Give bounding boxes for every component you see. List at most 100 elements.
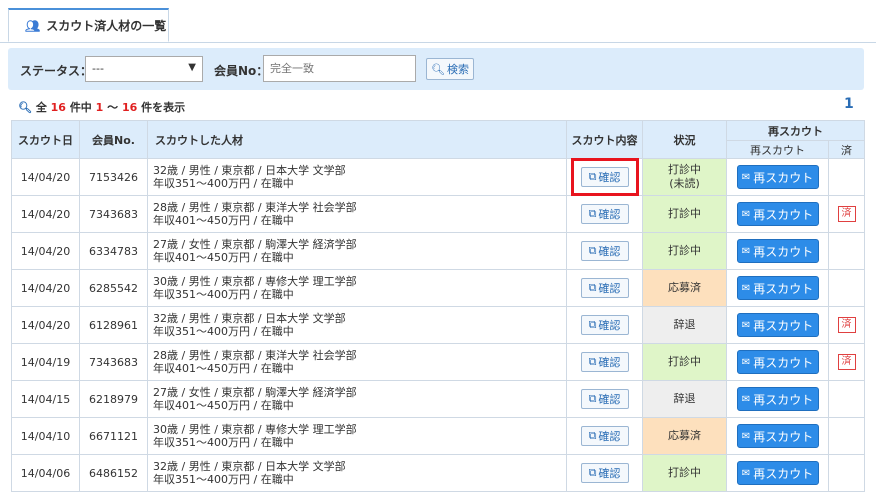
result-count: 🔍︎ 全 16 件中 1 〜 16 件を表示 (18, 99, 185, 115)
rescout-button[interactable]: ✉ 再スカウト (736, 202, 819, 226)
rescout-label: 再スカウト (753, 244, 814, 259)
talent-info: 28歳 / 男性 / 東京都 / 東洋大学 社会学部 年収401〜450万円 / … (147, 195, 567, 233)
rescout-button[interactable]: ✉ 再スカウト (736, 424, 819, 448)
talent-salary: 年収401〜450万円 / 在職中 (153, 362, 294, 375)
done-cell (828, 417, 865, 455)
tab-scouted-list[interactable]: 👥︎ スカウト済人材の一覧 (8, 8, 169, 42)
confirm-label: 確認 (598, 245, 621, 258)
member-no-link[interactable]: 7153426 (79, 158, 148, 196)
external-window-icon: ⧉ (588, 355, 597, 368)
done-cell: 済 (828, 306, 865, 344)
confirm-button[interactable]: ⧉ 確認 (580, 204, 629, 224)
external-window-icon: ⧉ (588, 429, 597, 442)
table-row: 14/04/20 6334783 27歳 / 女性 / 東京都 / 駒澤大学 経済学… (11, 232, 865, 270)
confirm-button[interactable]: ⧉ 確認 (580, 426, 629, 446)
talent-info: 32歳 / 男性 / 東京都 / 日本大学 文学部 年収351〜400万円 / 在… (147, 158, 567, 196)
content-cell: ⧉ 確認 (566, 269, 643, 307)
rescout-label: 再スカウト (753, 392, 814, 407)
member-no-link[interactable]: 6671121 (79, 417, 148, 455)
table-row: 14/04/10 6671121 30歳 / 男性 / 東京都 / 専修大学 理工学… (11, 417, 865, 455)
talent-info: 30歳 / 男性 / 東京都 / 専修大学 理工学部 年収351〜400万円 / … (147, 417, 567, 455)
status-text: 打診中 (668, 244, 701, 257)
scout-table: スカウト日 会員No. スカウトした人材 スカウト内容 状況 再スカウト 再スカ… (11, 120, 865, 492)
rescout-button[interactable]: ✉ 再スカウト (736, 387, 819, 411)
talent-salary: 年収351〜400万円 / 在職中 (153, 288, 294, 301)
confirm-label: 確認 (598, 319, 621, 332)
member-no-link[interactable]: 7343683 (79, 195, 148, 233)
confirm-label: 確認 (598, 467, 621, 480)
member-no-link[interactable]: 6334783 (79, 232, 148, 270)
rescout-button[interactable]: ✉ 再スカウト (736, 276, 819, 300)
confirm-label: 確認 (598, 393, 621, 406)
talent-info: 27歳 / 女性 / 東京都 / 駒澤大学 経済学部 年収401〜450万円 / … (147, 232, 567, 270)
talent-salary: 年収351〜400万円 / 在職中 (153, 473, 294, 486)
rescout-cell: ✉ 再スカウト (726, 158, 829, 196)
confirm-button[interactable]: ⧉ 確認 (580, 241, 629, 261)
talent-info: 28歳 / 男性 / 東京都 / 東洋大学 社会学部 年収401〜450万円 / … (147, 343, 567, 381)
done-badge: 済 (837, 354, 856, 370)
rescout-button[interactable]: ✉ 再スカウト (736, 313, 819, 337)
status-select[interactable]: --- ▼ (85, 56, 203, 82)
status-cell: 打診中 (未読) (642, 158, 727, 196)
status-text: 応募済 (668, 429, 701, 442)
rescout-button[interactable]: ✉ 再スカウト (736, 239, 819, 263)
header-rescout-group: 再スカウト (726, 120, 865, 141)
rescout-button[interactable]: ✉ 再スカウト (736, 350, 819, 374)
external-window-icon: ⧉ (588, 281, 597, 294)
member-no-link[interactable]: 7343683 (79, 343, 148, 381)
status-text: 辞退 (673, 392, 696, 405)
confirm-label: 確認 (598, 282, 621, 295)
talent-salary: 年収401〜450万円 / 在職中 (153, 399, 294, 412)
dropdown-arrow-icon: ▼ (188, 62, 196, 73)
header-member-no: 会員No. (79, 120, 148, 159)
header-talent: スカウトした人材 (147, 120, 567, 159)
confirm-button[interactable]: ⧉ 確認 (580, 389, 629, 409)
mail-icon: ✉ (741, 356, 751, 368)
member-no-link[interactable]: 6218979 (79, 380, 148, 418)
scout-date: 14/04/19 (11, 343, 80, 381)
status-text: 打診中 (668, 466, 701, 479)
talent-salary: 年収351〜400万円 / 在職中 (153, 177, 294, 190)
talent-salary: 年収351〜400万円 / 在職中 (153, 325, 294, 338)
tab-label: スカウト済人材の一覧 (46, 19, 167, 33)
status-select-value: --- (92, 62, 104, 75)
confirm-button[interactable]: ⧉ 確認 (580, 352, 629, 372)
confirm-button[interactable]: ⧉ 確認 (580, 463, 629, 483)
rescout-button[interactable]: ✉ 再スカウト (736, 461, 819, 485)
count-start: 1 (95, 101, 104, 114)
talent-salary: 年収401〜450万円 / 在職中 (153, 251, 294, 264)
table-row: 14/04/15 6218979 27歳 / 女性 / 東京都 / 駒澤大学 経済学… (11, 380, 865, 418)
member-no-link[interactable]: 6285542 (79, 269, 148, 307)
status-cell: 辞退 (642, 380, 727, 418)
rescout-cell: ✉ 再スカウト (726, 343, 829, 381)
confirm-label: 確認 (598, 356, 621, 369)
mail-icon: ✉ (741, 430, 751, 442)
member-no-link[interactable]: 6128961 (79, 306, 148, 344)
scout-date: 14/04/20 (11, 269, 80, 307)
done-cell: 済 (828, 195, 865, 233)
scout-date: 14/04/10 (11, 417, 80, 455)
confirm-label: 確認 (598, 430, 621, 443)
search-button[interactable]: 🔍︎ 検索 (426, 58, 474, 80)
confirm-button[interactable]: ⧉ 確認 (580, 315, 629, 335)
search-button-label: 検索 (446, 63, 469, 76)
scout-date: 14/04/15 (11, 380, 80, 418)
status-cell: 打診中 (642, 454, 727, 492)
mail-icon: ✉ (741, 467, 751, 479)
rescout-cell: ✉ 再スカウト (726, 195, 829, 233)
page-number-link[interactable]: 1 (844, 96, 854, 112)
highlight-box (571, 158, 639, 196)
confirm-button[interactable]: ⧉ 確認 (580, 278, 629, 298)
status-cell: 打診中 (642, 343, 727, 381)
table-row: 14/04/20 6285542 30歳 / 男性 / 東京都 / 専修大学 理工学… (11, 269, 865, 307)
talent-profile: 32歳 / 男性 / 東京都 / 日本大学 文学部 (153, 164, 346, 177)
member-no-link[interactable]: 6486152 (79, 454, 148, 492)
table-row: 14/04/20 7153426 32歳 / 男性 / 東京都 / 日本大学 文学部… (11, 158, 865, 196)
member-no-input[interactable] (263, 55, 416, 82)
rescout-button[interactable]: ✉ 再スカウト (736, 165, 819, 189)
mail-icon: ✉ (741, 393, 751, 405)
rescout-label: 再スカウト (753, 281, 814, 296)
talent-salary: 年収351〜400万円 / 在職中 (153, 436, 294, 449)
count-tilde: 〜 (107, 101, 119, 114)
talent-profile: 28歳 / 男性 / 東京都 / 東洋大学 社会学部 (153, 349, 357, 362)
